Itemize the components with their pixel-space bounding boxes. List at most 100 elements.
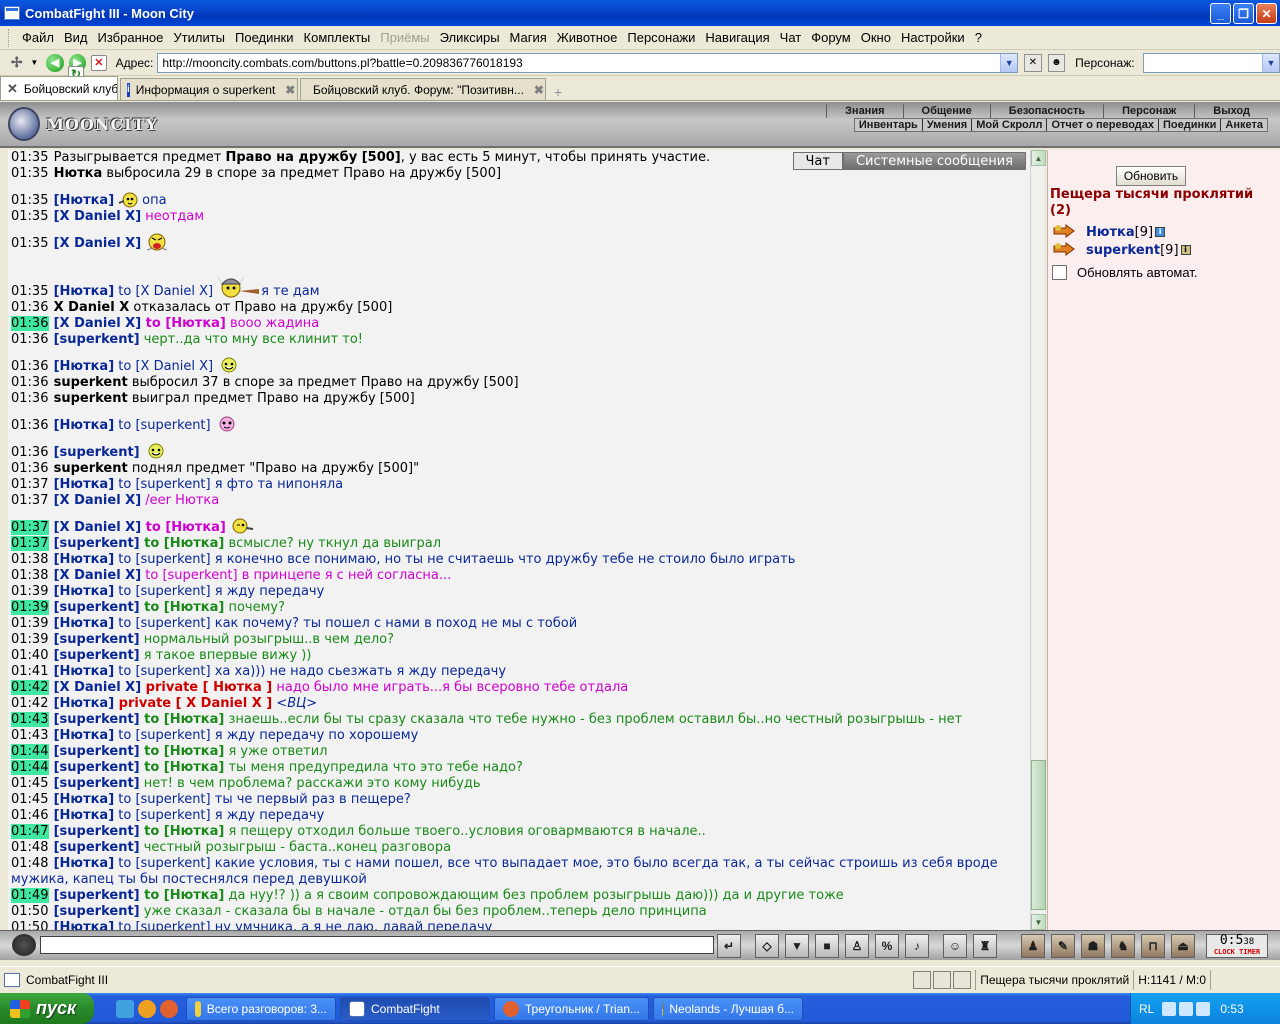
menu-item[interactable]: Навигация	[700, 26, 774, 50]
message-nick[interactable]: to [Нютка]	[140, 600, 224, 615]
message-time[interactable]: 01:37	[11, 536, 50, 551]
minimize-button[interactable]: _	[1210, 3, 1231, 24]
tab-info-superkent[interactable]: i Информация о superkent ✖	[120, 78, 298, 100]
message-time[interactable]: 01:36	[11, 391, 49, 406]
lock-icon[interactable]: ⊓	[1141, 934, 1165, 958]
message-nick[interactable]: to [superkent]	[114, 584, 210, 599]
message-time[interactable]: 01:35	[11, 166, 49, 181]
message-nick[interactable]: [superkent]	[54, 332, 140, 347]
task-neolands[interactable]: Neolands - Лучшая б...	[653, 996, 803, 1021]
message-time[interactable]: 01:35	[11, 236, 49, 251]
filter-icon[interactable]: ▼	[785, 934, 809, 958]
message-time[interactable]: 01:48	[11, 840, 49, 855]
message-nick[interactable]: [Нютка]	[54, 696, 115, 711]
message-nick[interactable]: [X Daniel X]	[54, 493, 142, 508]
message-nick[interactable]: to [superkent]	[114, 920, 210, 930]
message-nick[interactable]: to [superkent]	[114, 856, 210, 871]
clear-icon[interactable]: ◇	[755, 934, 779, 958]
message-nick[interactable]: [Нютка]	[54, 808, 115, 823]
person-icon[interactable]: ♙	[845, 934, 869, 958]
mask-icon[interactable]: ☗	[1081, 934, 1105, 958]
message-nick[interactable]: [superkent]	[54, 648, 140, 663]
message-time[interactable]: 01:36	[11, 461, 49, 476]
message-time[interactable]: 01:36	[11, 418, 49, 433]
message-time[interactable]: 01:35	[11, 150, 49, 165]
sub-nav-item[interactable]: Умения	[923, 119, 973, 131]
message-nick[interactable]: [Нютка]	[54, 584, 115, 599]
message-time[interactable]: 01:37	[11, 520, 50, 535]
message-nick[interactable]: to [X Daniel X]	[114, 359, 213, 374]
message-nick[interactable]: private [ Нютка ]	[141, 680, 273, 695]
pin-dropdown-icon[interactable]: ▼	[30, 58, 38, 67]
message-nick[interactable]: [Нютка]	[54, 792, 115, 807]
message-nick[interactable]: [Нютка]	[54, 477, 115, 492]
message-time[interactable]: 01:36	[11, 332, 49, 347]
helmet-icon[interactable]: ♜	[973, 934, 997, 958]
message-time[interactable]: 01:37	[11, 477, 49, 492]
message-time[interactable]: 01:47	[11, 824, 50, 839]
tab-system-messages[interactable]: Системные сообщения	[842, 152, 1026, 170]
stop-icon[interactable]: ✕	[91, 54, 107, 71]
scroll-icon[interactable]: ✎	[1051, 934, 1075, 958]
message-nick[interactable]: [superkent]	[54, 760, 140, 775]
message-nick[interactable]: [Нютка]	[54, 418, 115, 433]
tab-chat[interactable]: Чат	[792, 152, 843, 170]
message-time[interactable]: 01:35	[11, 193, 49, 208]
chat-input[interactable]	[40, 936, 714, 954]
new-tab-icon[interactable]: +	[554, 84, 562, 100]
user-item[interactable]: superkent [9] i	[1052, 242, 1191, 258]
user-info-icon[interactable]: i	[1180, 245, 1191, 255]
message-nick[interactable]: [Нютка]	[54, 552, 115, 567]
message-time[interactable]: 01:48	[11, 856, 49, 871]
character-select[interactable]: ▼	[1142, 52, 1280, 73]
message-time[interactable]: 01:36	[11, 359, 49, 374]
message-time[interactable]: 01:38	[11, 568, 49, 583]
percent-icon[interactable]: %	[875, 934, 899, 958]
message-nick[interactable]: [superkent]	[54, 840, 140, 855]
message-nick[interactable]: [Нютка]	[54, 359, 115, 374]
message-time[interactable]: 01:38	[11, 552, 49, 567]
message-time[interactable]: 01:41	[11, 664, 49, 679]
menu-item[interactable]: Приёмы	[375, 26, 434, 50]
tab-fight-club[interactable]: ✕ Бойцовский клуб	[0, 76, 118, 100]
smiley-icon[interactable]: ☺	[943, 934, 967, 958]
message-nick[interactable]: to [superkent]	[114, 552, 210, 567]
message-nick[interactable]: [superkent]	[54, 888, 140, 903]
message-nick[interactable]: [X Daniel X]	[54, 316, 142, 331]
tray-icon[interactable]	[1179, 1001, 1194, 1016]
message-nick[interactable]: [Нютка]	[54, 193, 115, 208]
message-time[interactable]: 01:39	[11, 616, 49, 631]
message-nick[interactable]: [Нютка]	[54, 616, 115, 631]
menu-item[interactable]: Животное	[552, 26, 623, 50]
message-nick[interactable]: [Нютка]	[54, 920, 115, 930]
scroll-down-icon[interactable]: ▼	[1031, 914, 1046, 930]
message-nick[interactable]: [X Daniel X]	[54, 520, 142, 535]
tab-close-icon[interactable]: ✖	[534, 83, 544, 97]
message-time[interactable]: 01:43	[11, 712, 50, 727]
message-nick[interactable]: [superkent]	[54, 776, 140, 791]
message-time[interactable]: 01:35	[11, 284, 49, 299]
menu-item[interactable]: Вид	[59, 26, 93, 50]
message-nick[interactable]: to [Нютка]	[140, 536, 224, 551]
menu-item[interactable]: Форум	[806, 26, 856, 50]
message-time[interactable]: 01:37	[11, 493, 49, 508]
menu-item[interactable]: Файл	[17, 26, 59, 50]
menu-item[interactable]: Утилиты	[168, 26, 230, 50]
message-time[interactable]: 01:45	[11, 792, 49, 807]
main-nav-item[interactable]: Знания	[826, 104, 902, 118]
message-nick[interactable]: to [Нютка]	[140, 744, 224, 759]
message-nick[interactable]: to [Нютка]	[140, 760, 224, 775]
menu-item[interactable]: Комплекты	[299, 26, 376, 50]
message-time[interactable]: 01:35	[11, 209, 49, 224]
task-chats[interactable]: Всего разговоров: 3...	[186, 996, 336, 1021]
message-time[interactable]: 01:46	[11, 808, 49, 823]
firefox-icon[interactable]	[160, 999, 178, 1018]
message-time[interactable]: 01:50	[11, 920, 49, 930]
chat-scrollbar[interactable]: ▲ ▼	[1030, 150, 1046, 930]
auto-refresh[interactable]: Обновлять автомат.	[1052, 265, 1197, 280]
message-nick[interactable]: [superkent]	[54, 632, 140, 647]
scroll-up-icon[interactable]: ▲	[1031, 150, 1046, 166]
menu-item[interactable]: Поединки	[230, 26, 299, 50]
shield-icon[interactable]: ♞	[1111, 934, 1135, 958]
menu-item[interactable]: Настройки	[896, 26, 970, 50]
